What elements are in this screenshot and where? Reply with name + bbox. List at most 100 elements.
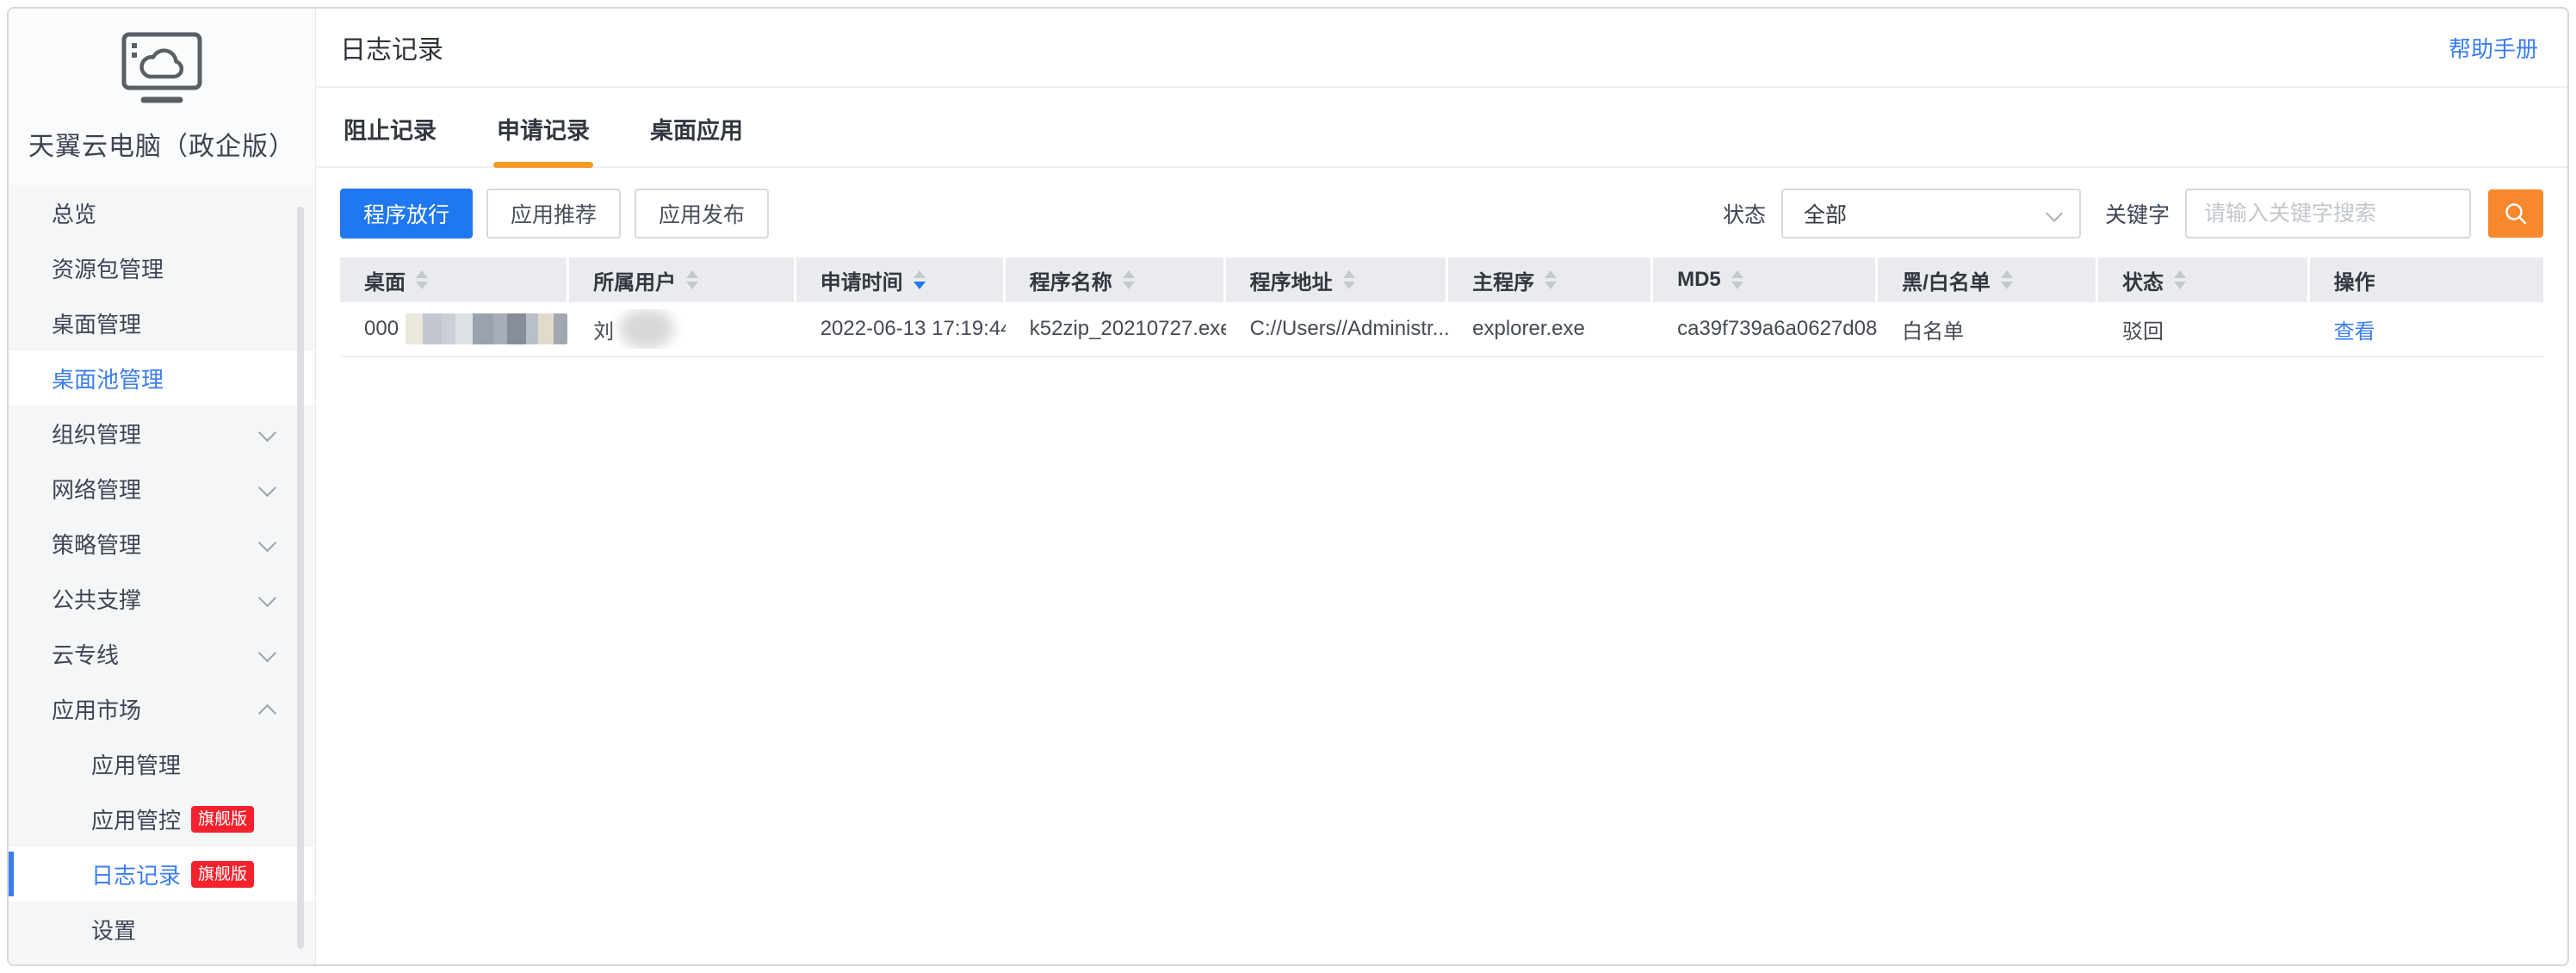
column-header-label: 操作 (2334, 265, 2375, 295)
应用发布-button[interactable]: 应用发布 (635, 189, 769, 239)
chevron-down-icon (2046, 205, 2063, 222)
column-header-path[interactable]: 程序地址 (1226, 257, 1448, 302)
app-title: 天翼云电脑（政企版） (28, 125, 295, 163)
sidebar-item-资源包管理[interactable]: 资源包管理 (9, 240, 315, 295)
chevron-up-icon (258, 704, 276, 722)
column-header-desktop[interactable]: 桌面 (340, 257, 569, 302)
search-button[interactable] (2488, 189, 2543, 238)
caret-down-icon (416, 282, 428, 289)
sidebar-item-应用市场[interactable]: 应用市场 (9, 681, 315, 736)
caret-up-icon (1343, 270, 1355, 278)
cell-name: k52zip_20210727.exe (1006, 317, 1226, 341)
程序放行-button[interactable]: 程序放行 (340, 189, 473, 239)
sort-icon (1731, 270, 1743, 289)
column-header-owner[interactable]: 所属用户 (569, 257, 796, 302)
sidebar-item-桌面池管理[interactable]: 桌面池管理 (9, 350, 315, 406)
sidebar-scrollbar[interactable] (297, 207, 304, 949)
caret-down-icon (686, 282, 698, 289)
sort-icon (2174, 270, 2186, 289)
caret-up-icon (1731, 270, 1743, 278)
tab-申请记录[interactable]: 申请记录 (493, 88, 593, 166)
sort-icon (913, 270, 926, 289)
column-header-label: 程序名称 (1030, 265, 1112, 295)
cell-list: 白名单 (1878, 314, 2098, 344)
caret-up-icon (2001, 270, 2013, 278)
sort-icon (2001, 270, 2013, 289)
view-link[interactable]: 查看 (2334, 314, 2375, 344)
main-content: 日志记录 帮助手册 阻止记录申请记录桌面应用 程序放行应用推荐应用发布 状态 全… (316, 9, 2567, 964)
keyword-input[interactable] (2185, 189, 2471, 239)
logo-box: 天翼云电脑（政企版） (9, 9, 315, 185)
caret-down-icon (2001, 282, 2013, 289)
ultimate-badge: 旗舰版 (191, 861, 254, 888)
sidebar-item-公共支撑[interactable]: 公共支撑 (9, 571, 315, 626)
column-header-label: 桌面 (364, 265, 406, 295)
sidebar-item-label: 云专线 (52, 638, 119, 670)
caret-up-icon (913, 270, 926, 278)
column-header-label: 程序地址 (1250, 265, 1333, 295)
cell-owner: 刘 (569, 309, 796, 349)
column-header-label: 状态 (2122, 265, 2164, 295)
sort-icon (1123, 270, 1135, 289)
sidebar-item-云专线[interactable]: 云专线 (9, 626, 315, 681)
sidebar-item-label: 应用市场 (52, 693, 141, 725)
column-header-list[interactable]: 黑/白名单 (1878, 257, 2098, 302)
table-header-row: 桌面 所属用户 申请时间 程序名称 程序地址 主程序 MD5 黑/白名单状态 操作 (340, 257, 2543, 302)
ultimate-badge: 旗舰版 (191, 806, 254, 833)
sidebar-item-组织管理[interactable]: 组织管理 (9, 406, 315, 461)
caret-up-icon (686, 270, 698, 278)
sidebar-item-label: 网络管理 (52, 473, 141, 505)
column-header-label: 申请时间 (820, 265, 903, 295)
chevron-down-icon (258, 534, 276, 552)
sidebar: 天翼云电脑（政企版） 总览资源包管理桌面管理桌面池管理组织管理网络管理策略管理公… (9, 9, 316, 964)
records-table: 桌面 所属用户 申请时间 程序名称 程序地址 主程序 MD5 黑/白名单状态 操作 000刘20… (340, 257, 2543, 357)
cell-desktop: 000 (340, 313, 569, 344)
sort-icon (1545, 270, 1557, 289)
column-header-name[interactable]: 程序名称 (1006, 257, 1226, 302)
sidebar-item-label: 策略管理 (52, 528, 141, 560)
sidebar-item-设置[interactable]: 设置 (9, 902, 315, 957)
tabs-row: 阻止记录申请记录桌面应用 (316, 88, 2567, 168)
chevron-down-icon (258, 479, 276, 497)
column-header-md5[interactable]: MD5 (1653, 257, 1878, 302)
sort-icon (1343, 270, 1355, 289)
sidebar-item-label: 应用管理 (91, 748, 181, 780)
sidebar-item-桌面管理[interactable]: 桌面管理 (9, 295, 315, 350)
caret-down-icon (1545, 282, 1557, 289)
status-select[interactable]: 全部 (1781, 189, 2081, 239)
column-header-time[interactable]: 申请时间 (796, 257, 1006, 302)
column-header-label: MD5 (1677, 268, 1721, 292)
sidebar-item-label: 总览 (52, 197, 96, 229)
sidebar-item-应用管控[interactable]: 应用管控旗舰版 (9, 791, 315, 846)
sidebar-item-日志记录[interactable]: 日志记录旗舰版 (9, 846, 315, 902)
sidebar-item-策略管理[interactable]: 策略管理 (9, 516, 315, 571)
caret-down-icon (1123, 282, 1135, 289)
应用推荐-button[interactable]: 应用推荐 (486, 189, 621, 239)
keyword-filter-label: 关键字 (2105, 198, 2170, 229)
tab-阻止记录[interactable]: 阻止记录 (340, 88, 440, 166)
cell-status: 驳回 (2098, 314, 2310, 344)
column-header-main[interactable]: 主程序 (1448, 257, 1653, 302)
caret-down-icon (1731, 282, 1743, 289)
sidebar-item-label: 公共支撑 (52, 583, 141, 615)
caret-up-icon (1545, 270, 1557, 278)
help-manual-link[interactable]: 帮助手册 (2449, 32, 2538, 64)
caret-down-icon (913, 282, 926, 289)
chevron-down-icon (258, 424, 276, 442)
cell-main: explorer.exe (1448, 317, 1653, 341)
caret-down-icon (1343, 282, 1355, 289)
table-body: 000刘2022-06-13 17:19:44k52zip_20210727.e… (340, 302, 2543, 357)
sidebar-item-应用管理[interactable]: 应用管理 (9, 736, 315, 791)
column-header-label: 所属用户 (593, 265, 676, 295)
sidebar-item-label: 资源包管理 (52, 252, 164, 284)
sidebar-item-label: 桌面管理 (52, 307, 141, 339)
cloud-monitor-icon (121, 32, 203, 106)
magnifier-icon (2503, 201, 2529, 226)
tab-桌面应用[interactable]: 桌面应用 (647, 88, 746, 166)
column-header-status[interactable]: 状态 (2098, 257, 2310, 302)
sidebar-item-网络管理[interactable]: 网络管理 (9, 461, 315, 516)
screen: 天翼云电脑（政企版） 总览资源包管理桌面管理桌面池管理组织管理网络管理策略管理公… (0, 0, 2576, 973)
sidebar-item-总览[interactable]: 总览 (9, 185, 315, 240)
sidebar-menu: 总览资源包管理桌面管理桌面池管理组织管理网络管理策略管理公共支撑云专线应用市场应… (9, 185, 315, 957)
table-row: 000刘2022-06-13 17:19:44k52zip_20210727.e… (340, 302, 2543, 357)
